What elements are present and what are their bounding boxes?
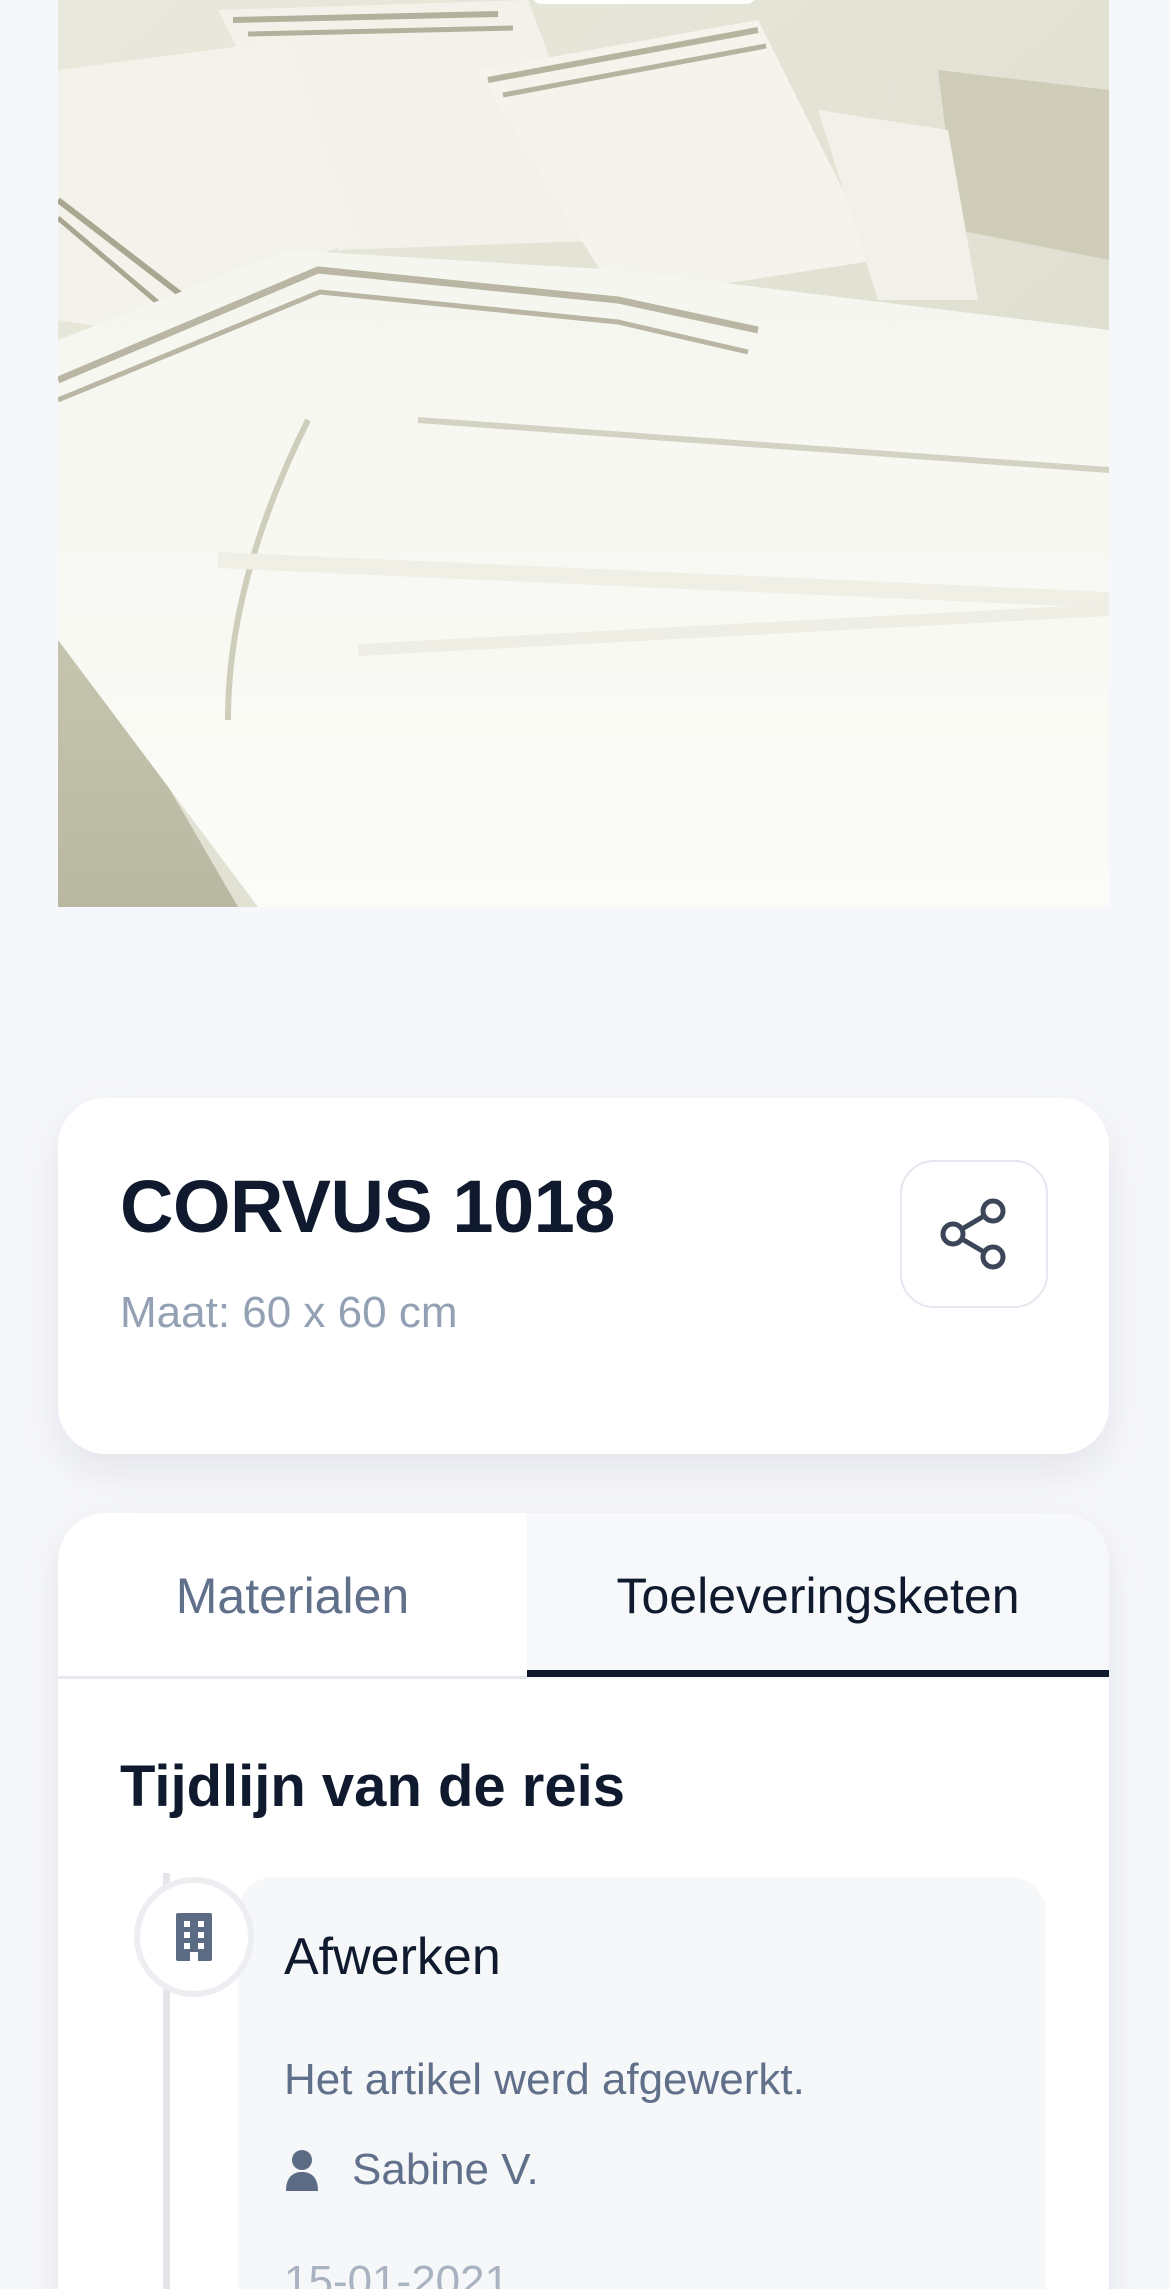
active-tab-indicator xyxy=(527,1670,1109,1677)
event-user-name: Sabine V. xyxy=(352,2145,539,2194)
product-image xyxy=(58,0,1109,907)
event-description: Het artikel werd afgewerkt. xyxy=(284,2055,805,2104)
event-title: Afwerken xyxy=(284,1928,501,1986)
timeline-dot xyxy=(134,1877,254,1997)
product-title: CORVUS 1018 xyxy=(120,1165,615,1248)
product-card: CORVUS 1018 Maat: 60 x 60 cm xyxy=(58,1098,1109,1454)
tab-supply-chain[interactable]: Toeleveringsketen xyxy=(527,1513,1109,1679)
tab-materials[interactable]: Materialen xyxy=(58,1513,527,1679)
timeline-heading: Tijdlijn van de reis xyxy=(120,1754,625,1819)
building-icon xyxy=(176,1913,212,1961)
timeline-event: Afwerken Het artikel werd afgewerkt. Sab… xyxy=(238,1877,1046,2289)
share-icon xyxy=(940,1198,1006,1270)
details-card: Materialen Toeleveringsketen Tijdlijn va… xyxy=(58,1513,1109,2289)
person-icon xyxy=(286,2150,318,2191)
bedding-photo-icon xyxy=(58,0,1109,907)
share-button[interactable] xyxy=(900,1160,1048,1308)
product-size: Maat: 60 x 60 cm xyxy=(120,1288,458,1337)
image-pager-indicator xyxy=(531,0,757,4)
tab-bar: Materialen Toeleveringsketen xyxy=(58,1513,1109,1679)
event-date: 15-01-2021 xyxy=(284,2257,510,2289)
event-user: Sabine V. xyxy=(284,2145,539,2195)
